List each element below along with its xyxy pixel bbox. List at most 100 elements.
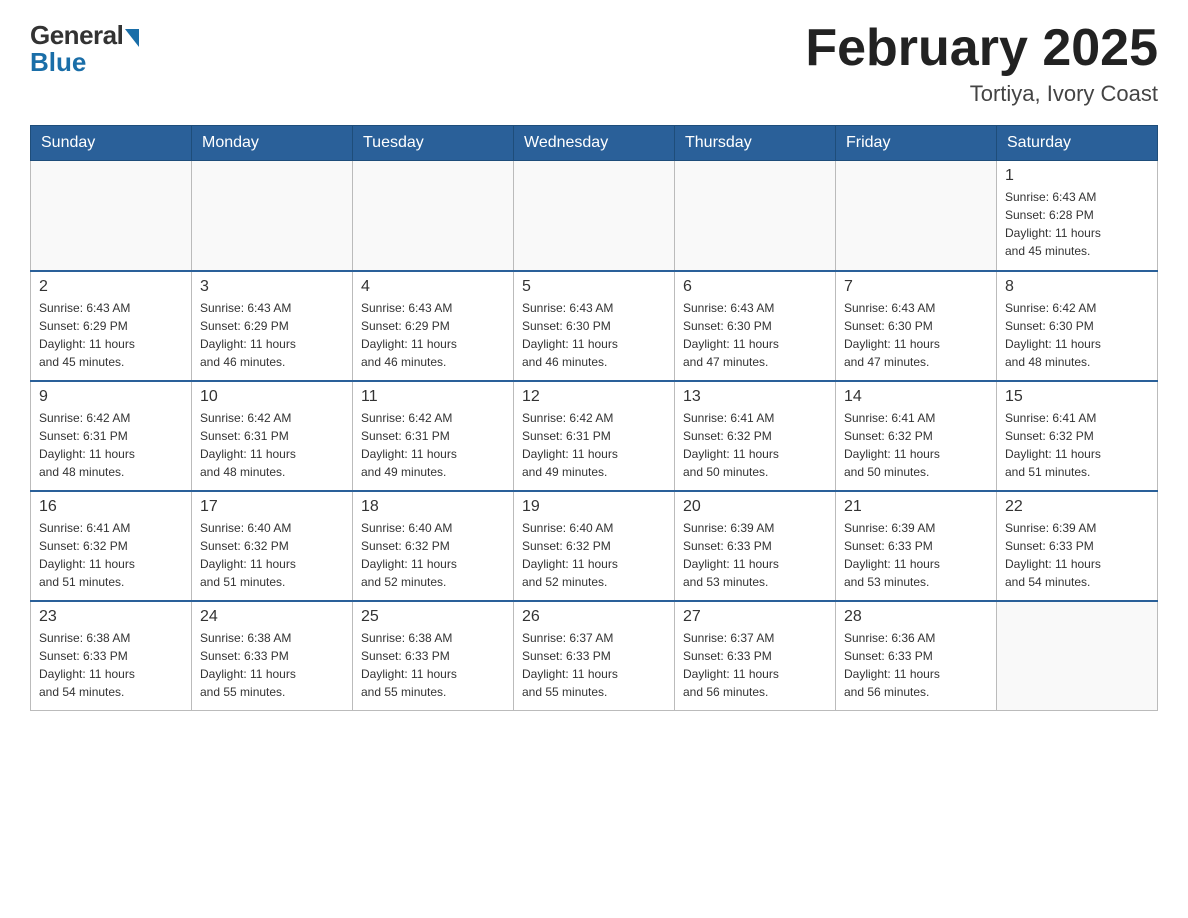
day-info: Sunrise: 6:38 AM Sunset: 6:33 PM Dayligh… [361,629,505,701]
day-info: Sunrise: 6:36 AM Sunset: 6:33 PM Dayligh… [844,629,988,701]
calendar-cell: 27 Sunrise: 6:37 AM Sunset: 6:33 PM Dayli… [675,601,836,711]
day-info: Sunrise: 6:42 AM Sunset: 6:31 PM Dayligh… [200,409,344,481]
day-info: Sunrise: 6:43 AM Sunset: 6:29 PM Dayligh… [361,299,505,371]
calendar-cell [836,161,997,271]
weekday-header-row: SundayMondayTuesdayWednesdayThursdayFrid… [31,126,1158,161]
calendar-cell [675,161,836,271]
calendar-cell: 10 Sunrise: 6:42 AM Sunset: 6:31 PM Dayli… [192,381,353,491]
day-info: Sunrise: 6:43 AM Sunset: 6:29 PM Dayligh… [200,299,344,371]
day-info: Sunrise: 6:41 AM Sunset: 6:32 PM Dayligh… [683,409,827,481]
calendar-cell: 1 Sunrise: 6:43 AM Sunset: 6:28 PM Daylig… [997,161,1158,271]
day-info: Sunrise: 6:38 AM Sunset: 6:33 PM Dayligh… [200,629,344,701]
day-number: 11 [361,388,505,406]
day-number: 8 [1005,278,1149,296]
day-info: Sunrise: 6:43 AM Sunset: 6:30 PM Dayligh… [522,299,666,371]
calendar-cell: 17 Sunrise: 6:40 AM Sunset: 6:32 PM Dayli… [192,491,353,601]
day-info: Sunrise: 6:39 AM Sunset: 6:33 PM Dayligh… [683,519,827,591]
day-number: 13 [683,388,827,406]
calendar-cell: 11 Sunrise: 6:42 AM Sunset: 6:31 PM Dayli… [353,381,514,491]
calendar-cell: 7 Sunrise: 6:43 AM Sunset: 6:30 PM Daylig… [836,271,997,381]
calendar-cell: 12 Sunrise: 6:42 AM Sunset: 6:31 PM Dayli… [514,381,675,491]
page-header: General Blue February 2025 Tortiya, Ivor… [30,20,1158,107]
calendar-cell: 25Sunrise: 6:38 AM Sunset: 6:33 PM Dayli… [353,601,514,711]
calendar-cell: 13 Sunrise: 6:41 AM Sunset: 6:32 PM Dayli… [675,381,836,491]
day-number: 1 [1005,167,1149,185]
calendar-week-row: 1 Sunrise: 6:43 AM Sunset: 6:28 PM Daylig… [31,161,1158,271]
calendar-cell: 2Sunrise: 6:43 AM Sunset: 6:29 PM Daylig… [31,271,192,381]
calendar-cell [31,161,192,271]
day-info: Sunrise: 6:41 AM Sunset: 6:32 PM Dayligh… [844,409,988,481]
calendar-cell: 18Sunrise: 6:40 AM Sunset: 6:32 PM Dayli… [353,491,514,601]
weekday-header-thursday: Thursday [675,126,836,161]
day-number: 17 [200,498,344,516]
calendar-cell: 15Sunrise: 6:41 AM Sunset: 6:32 PM Dayli… [997,381,1158,491]
weekday-header-tuesday: Tuesday [353,126,514,161]
day-info: Sunrise: 6:41 AM Sunset: 6:32 PM Dayligh… [39,519,183,591]
calendar-cell: 16Sunrise: 6:41 AM Sunset: 6:32 PM Dayli… [31,491,192,601]
day-number: 4 [361,278,505,296]
day-number: 27 [683,608,827,626]
day-info: Sunrise: 6:37 AM Sunset: 6:33 PM Dayligh… [683,629,827,701]
calendar-cell: 4 Sunrise: 6:43 AM Sunset: 6:29 PM Daylig… [353,271,514,381]
month-title: February 2025 [805,20,1158,77]
day-number: 6 [683,278,827,296]
day-info: Sunrise: 6:40 AM Sunset: 6:32 PM Dayligh… [200,519,344,591]
day-number: 3 [200,278,344,296]
day-number: 28 [844,608,988,626]
day-number: 5 [522,278,666,296]
day-number: 12 [522,388,666,406]
day-number: 20 [683,498,827,516]
calendar-cell: 6 Sunrise: 6:43 AM Sunset: 6:30 PM Daylig… [675,271,836,381]
calendar-cell [514,161,675,271]
logo: General Blue [30,20,139,78]
calendar-week-row: 16Sunrise: 6:41 AM Sunset: 6:32 PM Dayli… [31,491,1158,601]
calendar-cell [353,161,514,271]
day-number: 26 [522,608,666,626]
calendar-cell: 21 Sunrise: 6:39 AM Sunset: 6:33 PM Dayli… [836,491,997,601]
logo-arrow-icon [125,29,139,47]
day-number: 18 [361,498,505,516]
day-number: 9 [39,388,183,406]
calendar-week-row: 2 Sunrise: 6:43 AM Sunset: 6:29 PM Daylig… [31,271,1158,381]
calendar-cell: 19 Sunrise: 6:40 AM Sunset: 6:32 PM Dayli… [514,491,675,601]
logo-blue-text: Blue [30,47,86,78]
day-info: Sunrise: 6:43 AM Sunset: 6:30 PM Dayligh… [844,299,988,371]
day-info: Sunrise: 6:43 AM Sunset: 6:28 PM Dayligh… [1005,188,1149,260]
day-info: Sunrise: 6:43 AM Sunset: 6:30 PM Dayligh… [683,299,827,371]
weekday-header-sunday: Sunday [31,126,192,161]
calendar-week-row: 23 Sunrise: 6:38 AM Sunset: 6:33 PM Dayli… [31,601,1158,711]
day-info: Sunrise: 6:38 AM Sunset: 6:33 PM Dayligh… [39,629,183,701]
calendar-cell: 28 Sunrise: 6:36 AM Sunset: 6:33 PM Dayli… [836,601,997,711]
day-number: 19 [522,498,666,516]
weekday-header-friday: Friday [836,126,997,161]
day-number: 7 [844,278,988,296]
day-info: Sunrise: 6:39 AM Sunset: 6:33 PM Dayligh… [844,519,988,591]
title-section: February 2025 Tortiya, Ivory Coast [805,20,1158,107]
calendar-cell [997,601,1158,711]
day-info: Sunrise: 6:37 AM Sunset: 6:33 PM Dayligh… [522,629,666,701]
calendar-cell: 26 Sunrise: 6:37 AM Sunset: 6:33 PM Dayli… [514,601,675,711]
calendar-cell [192,161,353,271]
weekday-header-monday: Monday [192,126,353,161]
calendar-cell: 22Sunrise: 6:39 AM Sunset: 6:33 PM Dayli… [997,491,1158,601]
day-number: 2 [39,278,183,296]
day-number: 21 [844,498,988,516]
day-info: Sunrise: 6:39 AM Sunset: 6:33 PM Dayligh… [1005,519,1149,591]
calendar-cell: 23 Sunrise: 6:38 AM Sunset: 6:33 PM Dayli… [31,601,192,711]
calendar-cell: 14Sunrise: 6:41 AM Sunset: 6:32 PM Dayli… [836,381,997,491]
weekday-header-saturday: Saturday [997,126,1158,161]
day-number: 24 [200,608,344,626]
calendar-week-row: 9 Sunrise: 6:42 AM Sunset: 6:31 PM Daylig… [31,381,1158,491]
day-info: Sunrise: 6:42 AM Sunset: 6:31 PM Dayligh… [522,409,666,481]
calendar-cell: 9Sunrise: 6:42 AM Sunset: 6:31 PM Daylig… [31,381,192,491]
location-label: Tortiya, Ivory Coast [805,81,1158,107]
calendar-cell: 8 Sunrise: 6:42 AM Sunset: 6:30 PM Daylig… [997,271,1158,381]
weekday-header-wednesday: Wednesday [514,126,675,161]
day-info: Sunrise: 6:42 AM Sunset: 6:30 PM Dayligh… [1005,299,1149,371]
calendar-table: SundayMondayTuesdayWednesdayThursdayFrid… [30,125,1158,711]
day-number: 10 [200,388,344,406]
day-info: Sunrise: 6:41 AM Sunset: 6:32 PM Dayligh… [1005,409,1149,481]
day-info: Sunrise: 6:40 AM Sunset: 6:32 PM Dayligh… [522,519,666,591]
day-info: Sunrise: 6:42 AM Sunset: 6:31 PM Dayligh… [361,409,505,481]
day-number: 23 [39,608,183,626]
